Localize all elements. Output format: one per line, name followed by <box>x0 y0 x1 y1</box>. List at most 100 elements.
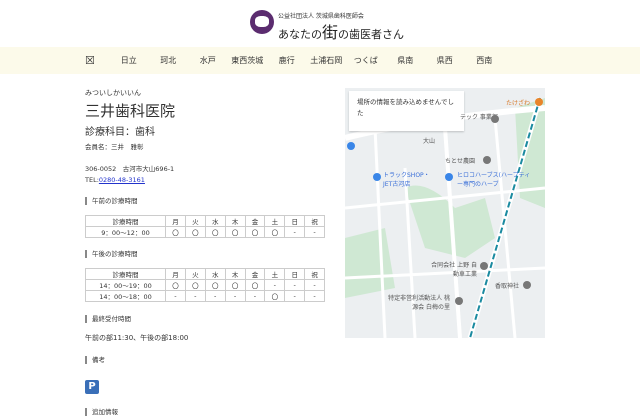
table-cell: 土 <box>264 268 286 280</box>
table-cell: 〇 <box>165 226 186 238</box>
map-label: ヒロコハーブス(ハーブティー専門のハーブ <box>457 172 531 188</box>
clinic-info: みついしかいいん 三井歯科医院 診療科目：歯科 会員名：三井 雅彰 306-00… <box>85 88 330 416</box>
nav-item[interactable]: 日立 <box>109 47 149 74</box>
table-cell: 14：00～19：00 <box>85 279 166 291</box>
nav-item[interactable]: つくば <box>346 47 386 74</box>
table-cell: - <box>165 290 186 302</box>
nav-item[interactable]: 土浦石岡 <box>307 47 347 74</box>
last-reception-heading: 最終受付時間 <box>85 315 330 323</box>
afternoon-heading: 午後の診療時間 <box>85 250 330 258</box>
map-pin-icon[interactable] <box>455 297 463 305</box>
table-cell: - <box>304 290 325 302</box>
title-part: 街 <box>322 23 339 42</box>
map-pin-icon[interactable] <box>347 142 355 150</box>
nav-item[interactable]: 県南 <box>386 47 426 74</box>
nav-item[interactable]: 東西茨城 <box>228 47 268 74</box>
department: 診療科目：歯科 <box>85 127 155 138</box>
nav-item[interactable]: 鹿行 <box>267 47 307 74</box>
address: 306-0052 古河市大山696-1 <box>85 165 175 173</box>
table-cell: 〇 <box>184 279 206 291</box>
clinic-kana: みついしかいいん <box>85 89 141 97</box>
table-cell: - <box>284 279 306 291</box>
extra-heading: 追加情報 <box>85 408 330 416</box>
table-cell: - <box>304 226 325 238</box>
nav-item[interactable]: 水戸 <box>188 47 228 74</box>
table-cell: 金 <box>244 215 266 227</box>
table-cell: 〇 <box>184 226 206 238</box>
map-label: 合同会社 上野 自動車工業 <box>431 262 477 278</box>
map-error-message: 場所の情報を読み込めませんでした <box>349 91 464 131</box>
morning-table: 診療時間月火水木金土日祝 9：00～12：00 〇〇〇〇〇〇 - - <box>85 215 325 238</box>
table-cell: 9：00～12：00 <box>85 226 166 238</box>
map-label: トラックSHOP・JET古河店 <box>383 172 430 188</box>
table-cell: 木 <box>224 268 246 280</box>
table-cell: 日 <box>284 268 306 280</box>
table-cell: 祝 <box>304 268 325 280</box>
morning-heading: 午前の診療時間 <box>85 197 330 205</box>
map-pin-icon[interactable] <box>373 173 381 181</box>
parking-icon: P <box>85 380 99 394</box>
nav-item[interactable]: 西南 <box>465 47 505 74</box>
table-cell: 水 <box>204 268 226 280</box>
site-header: 公益社団法人 茨城県歯科医師会 あなたの街の歯医者さん <box>0 0 640 46</box>
table-cell: - <box>304 279 325 291</box>
table-cell: 〇 <box>165 279 186 291</box>
table-cell: - <box>264 279 286 291</box>
table-cell: 14：00～18：00 <box>85 290 166 302</box>
table-cell: 診療時間 <box>85 268 166 280</box>
table-cell: 火 <box>184 215 206 227</box>
table-cell: - <box>224 290 246 302</box>
tel-label: TEL: <box>85 176 99 184</box>
notes-icons: P <box>85 374 330 394</box>
table-row: 14：00～18：00- - - - - 〇 - - <box>85 290 325 302</box>
table-cell: - <box>184 290 206 302</box>
table-cell: 祝 <box>304 215 325 227</box>
clinic-name: 三井歯科医院 <box>85 102 176 120</box>
map[interactable]: 場所の情報を読み込めませんでした たけざわ テック 事業部 大山 ちとせ農園 ト… <box>345 88 545 338</box>
table-header-row: 診療時間月火水木金土日祝 <box>85 268 325 280</box>
table-cell: 月 <box>165 215 186 227</box>
nav-item[interactable]: 珂北 <box>149 47 189 74</box>
table-cell: 〇 <box>244 279 266 291</box>
notes-heading: 備考 <box>85 356 330 364</box>
afternoon-table: 診療時間月火水木金土日祝 14：00～19：00 〇〇〇〇〇 - - -14：00～18：… <box>85 268 325 302</box>
table-cell: - <box>244 290 266 302</box>
phone: TEL:0280-48-3161 <box>85 176 330 184</box>
map-pin-icon[interactable] <box>445 173 453 181</box>
map-pin-icon[interactable] <box>523 281 531 289</box>
table-cell: 金 <box>244 268 266 280</box>
table-cell: 土 <box>264 215 286 227</box>
table-cell: - <box>204 290 226 302</box>
title-part: あなたの <box>278 28 322 41</box>
table-header-row: 診療時間月火水木金土日祝 <box>85 215 325 227</box>
site-title[interactable]: あなたの街の歯医者さん <box>278 19 404 43</box>
map-label: 香取神社 <box>495 283 520 290</box>
logo-icon[interactable] <box>250 10 274 34</box>
table-cell: 〇 <box>224 226 246 238</box>
table-cell: 〇 <box>224 279 246 291</box>
map-pin-icon[interactable] <box>535 98 543 106</box>
table-cell: 〇 <box>264 290 286 302</box>
home-icon[interactable]: ☒ <box>85 47 109 74</box>
region-nav: ☒ 日立 珂北 水戸 東西茨城 鹿行 土浦石岡 つくば 県南 県西 西南 <box>0 47 640 74</box>
table-cell: 月 <box>165 268 186 280</box>
map-label: ちとせ農園 <box>445 158 476 165</box>
nav-item[interactable]: 県西 <box>425 47 465 74</box>
table-row: 14：00～19：00 〇〇〇〇〇 - - - <box>85 279 325 291</box>
map-pin-icon[interactable] <box>483 156 491 164</box>
table-cell: 〇 <box>244 226 266 238</box>
table-cell: - <box>284 290 306 302</box>
table-cell: - <box>284 226 306 238</box>
map-pin-icon[interactable] <box>480 262 488 270</box>
map-pin-icon[interactable] <box>491 115 499 123</box>
table-cell: 〇 <box>264 226 286 238</box>
table-cell: 日 <box>284 215 306 227</box>
map-label: たけざわ <box>506 100 531 107</box>
title-part: の歯医者さん <box>338 28 405 41</box>
table-cell: 木 <box>224 215 246 227</box>
table-cell: 水 <box>204 215 226 227</box>
table-cell: 火 <box>184 268 206 280</box>
phone-link[interactable]: 0280-48-3161 <box>99 176 145 184</box>
table-cell: 〇 <box>204 226 226 238</box>
table-cell: 診療時間 <box>85 215 166 227</box>
